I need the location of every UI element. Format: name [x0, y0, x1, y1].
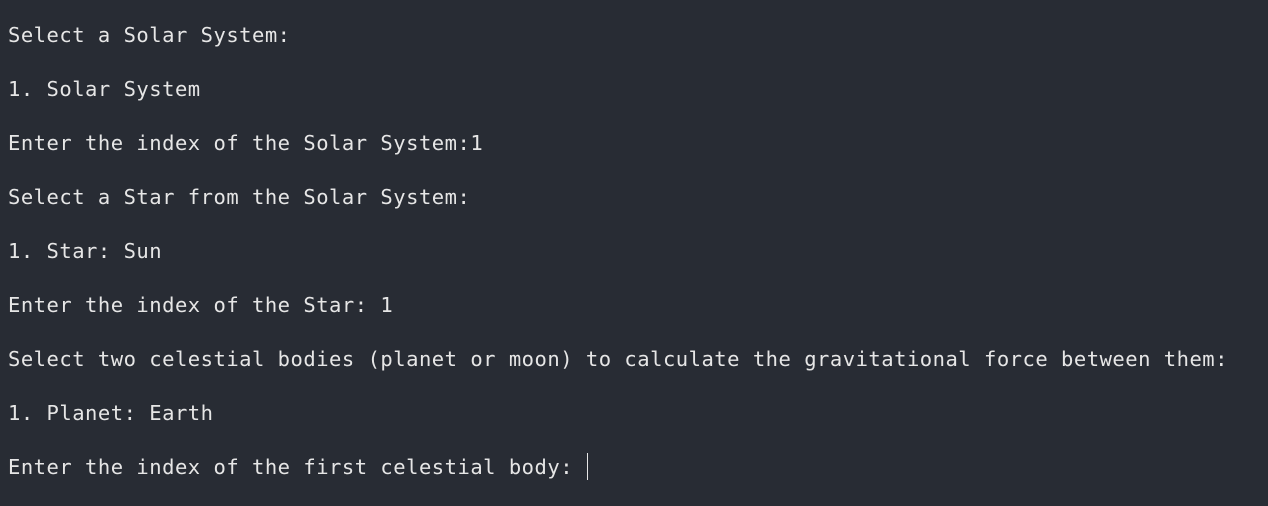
menu-option-star-sun: 1. Star: Sun [8, 239, 163, 263]
terminal-window[interactable]: Select a Solar System: 1. Solar System E… [0, 0, 1268, 506]
prompt-text: Enter the index of the first celestial b… [8, 455, 586, 479]
menu-option-solar-system: 1. Solar System [8, 77, 201, 101]
menu-option-planet-earth: 1. Planet: Earth [8, 401, 214, 425]
input-line-solar-system-index: Enter the index of the Solar System:1 [8, 131, 484, 155]
output-line-select-solar-system: Select a Solar System: [8, 23, 291, 47]
output-line-select-bodies: Select two celestial bodies (planet or m… [8, 347, 1228, 371]
input-line-star-index: Enter the index of the Star: 1 [8, 293, 394, 317]
active-prompt-line[interactable]: Enter the index of the first celestial b… [8, 449, 1268, 503]
text-cursor[interactable] [586, 453, 589, 480]
output-line-select-star: Select a Star from the Solar System: [8, 185, 471, 209]
